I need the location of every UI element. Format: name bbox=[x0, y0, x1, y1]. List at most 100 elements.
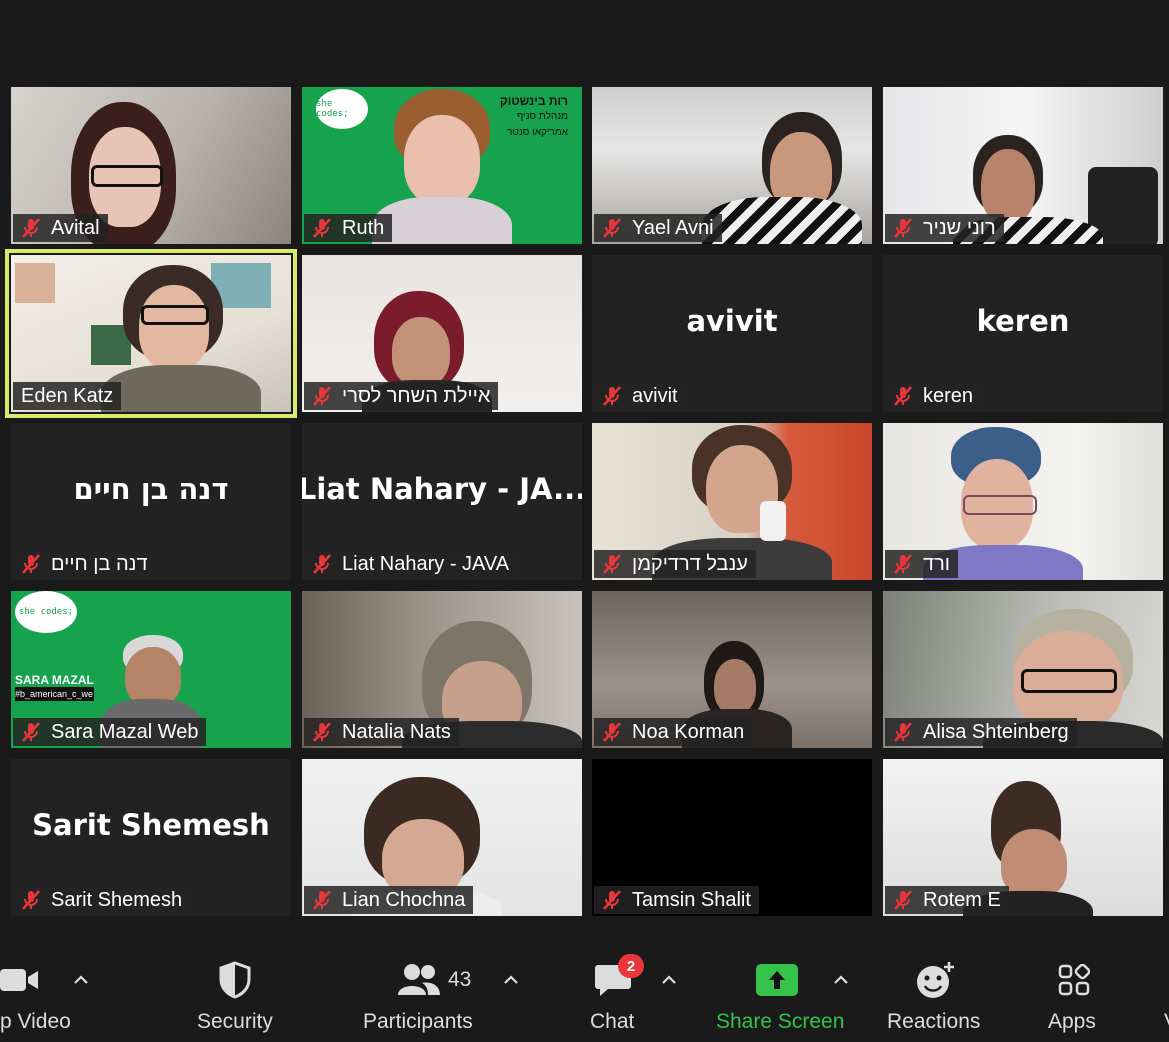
muted-mic-icon bbox=[313, 554, 331, 574]
participant-name: Sara Mazal Web bbox=[51, 720, 199, 743]
participant-name: Lian Chochna bbox=[342, 888, 466, 911]
participant-name: Avital bbox=[51, 216, 100, 239]
video-tile-ayelet-hashahar-lasri[interactable]: איילת השחר לסרי bbox=[302, 255, 582, 412]
participant-name-label: Tamsin Shalit bbox=[594, 886, 759, 914]
participant-name-label: ענבל דרדיקמן bbox=[594, 550, 756, 578]
participant-name-label: Yael Avni bbox=[594, 214, 722, 242]
participant-name: Natalia Nats bbox=[342, 720, 451, 743]
video-tile-inbal-dardikman[interactable]: ענבל דרדיקמן bbox=[592, 423, 872, 580]
participants-count: 43 bbox=[448, 968, 472, 991]
muted-mic-icon bbox=[894, 218, 912, 238]
video-button[interactable]: p Video bbox=[0, 940, 100, 1042]
participants-icon bbox=[396, 960, 442, 1000]
video-camera-icon bbox=[0, 960, 40, 1000]
participant-name-label: Avital bbox=[13, 214, 108, 242]
muted-mic-icon bbox=[603, 890, 621, 910]
participant-name: keren bbox=[923, 384, 974, 407]
muted-mic-icon bbox=[894, 890, 912, 910]
participant-name: רוני שניר bbox=[923, 216, 996, 239]
participant-name: Rotem E bbox=[923, 888, 1001, 911]
video-tile-vered[interactable]: ורד bbox=[883, 423, 1163, 580]
more-label: V bbox=[1164, 1010, 1169, 1034]
participant-name: Eden Katz bbox=[21, 384, 114, 407]
caret-up-icon[interactable] bbox=[71, 970, 91, 990]
participant-name-label: keren bbox=[885, 382, 982, 410]
participant-name-label: Alisa Shteinberg bbox=[885, 718, 1077, 746]
name-banner: SARA MAZAL #b_american_c_we bbox=[15, 673, 94, 701]
video-tile-keren[interactable]: keren keren bbox=[883, 255, 1163, 412]
video-tile-avivit[interactable]: avivit avivit bbox=[592, 255, 872, 412]
apps-icon bbox=[1056, 960, 1092, 1000]
video-tile-roni-shnir[interactable]: רוני שניר bbox=[883, 87, 1163, 244]
participant-name: Noa Korman bbox=[632, 720, 745, 743]
caret-up-icon[interactable] bbox=[831, 970, 851, 990]
participant-name: ענבל דרדיקמן bbox=[632, 552, 748, 575]
video-tile-natalia-nats[interactable]: Natalia Nats bbox=[302, 591, 582, 748]
chat-unread-badge: 2 bbox=[618, 954, 644, 978]
video-tile-eden-katz-active-speaker[interactable]: Eden Katz bbox=[5, 249, 297, 418]
participant-name-label: Rotem E bbox=[885, 886, 1009, 914]
security-button[interactable]: Security bbox=[185, 940, 285, 1042]
participant-name-label: Liat Nahary - JAVA bbox=[304, 550, 518, 578]
muted-mic-icon bbox=[603, 554, 621, 574]
participant-name: Tamsin Shalit bbox=[632, 888, 751, 911]
muted-mic-icon bbox=[894, 386, 912, 406]
video-tile-sarit-shemesh[interactable]: Sarit Shemesh Sarit Shemesh bbox=[11, 759, 291, 916]
participant-name-label: ורד bbox=[885, 550, 958, 578]
meeting-toolbar: p Video Security 43 Participants 2 Chat … bbox=[0, 940, 1169, 1042]
muted-mic-icon bbox=[313, 722, 331, 742]
more-button[interactable]: V bbox=[1158, 940, 1169, 1042]
participant-name-label: Ruth bbox=[304, 214, 393, 242]
participant-name: Sarit Shemesh bbox=[51, 888, 183, 911]
video-tile-rotem-e[interactable]: Rotem E bbox=[883, 759, 1163, 916]
video-label: p Video bbox=[0, 1010, 71, 1033]
participant-name-label: Noa Korman bbox=[594, 718, 753, 746]
muted-mic-icon bbox=[894, 554, 912, 574]
video-tile-tamsin-shalit[interactable]: Tamsin Shalit bbox=[592, 759, 872, 916]
muted-mic-icon bbox=[603, 386, 621, 406]
participants-label: Participants bbox=[363, 1010, 473, 1033]
caret-up-icon[interactable] bbox=[659, 970, 679, 990]
participants-button[interactable]: 43 Participants bbox=[360, 940, 480, 1042]
muted-mic-icon bbox=[22, 722, 40, 742]
gallery-grid: Avital she codes; רות בינשטוק מנהלת סניף… bbox=[0, 0, 1169, 1042]
video-tile-lian-chochna[interactable]: Lian Chochna bbox=[302, 759, 582, 916]
video-tile-alisa-shteinberg[interactable]: Alisa Shteinberg bbox=[883, 591, 1163, 748]
participant-name-label: Sarit Shemesh bbox=[13, 886, 191, 914]
participant-name: ורד bbox=[923, 552, 950, 575]
muted-mic-icon bbox=[22, 890, 40, 910]
participant-name: Liat Nahary - JAVA bbox=[342, 552, 510, 575]
video-tile-noa-korman[interactable]: Noa Korman bbox=[592, 591, 872, 748]
video-tile-yael-avni[interactable]: Yael Avni bbox=[592, 87, 872, 244]
caret-up-icon[interactable] bbox=[501, 970, 521, 990]
participant-name: Ruth bbox=[342, 216, 385, 239]
muted-mic-icon bbox=[313, 890, 331, 910]
video-tile-liat-nahary[interactable]: Liat Nahary - JA... Liat Nahary - JAVA bbox=[302, 423, 582, 580]
video-tile-sara-mazal[interactable]: she codes; SARA MAZAL #b_american_c_we S… bbox=[11, 591, 291, 748]
participant-name: Yael Avni bbox=[632, 216, 714, 239]
muted-mic-icon bbox=[603, 722, 621, 742]
participant-name-label: Natalia Nats bbox=[304, 718, 459, 746]
apps-button[interactable]: Apps bbox=[1040, 940, 1110, 1042]
video-tile-avital[interactable]: Avital bbox=[11, 87, 291, 244]
participant-name-label: avivit bbox=[594, 382, 686, 410]
chat-button[interactable]: 2 Chat bbox=[575, 940, 655, 1042]
name-banner: רות בינשטוק מנהלת סניף אמריקאו סנטר bbox=[499, 94, 568, 138]
camera-off-name: Liat Nahary - JA... bbox=[302, 471, 582, 506]
share-screen-button[interactable]: Share Screen bbox=[712, 940, 844, 1042]
participant-name-label: Sara Mazal Web bbox=[13, 718, 207, 746]
video-tile-dana-ben-haim[interactable]: דנה בן חיים דנה בן חיים bbox=[11, 423, 291, 580]
reactions-label: Reactions bbox=[887, 1010, 981, 1033]
muted-mic-icon bbox=[313, 218, 331, 238]
muted-mic-icon bbox=[603, 218, 621, 238]
participant-name-label: Lian Chochna bbox=[304, 886, 474, 914]
camera-off-name: Sarit Shemesh bbox=[32, 807, 270, 842]
camera-off-name: keren bbox=[976, 303, 1070, 338]
participant-name: איילת השחר לסרי bbox=[342, 384, 491, 407]
video-tile-ruth[interactable]: she codes; רות בינשטוק מנהלת סניף אמריקא… bbox=[302, 87, 582, 244]
chat-label: Chat bbox=[590, 1010, 635, 1033]
she-codes-logo: she codes; bbox=[316, 89, 368, 129]
participant-name: Alisa Shteinberg bbox=[923, 720, 1069, 743]
camera-off-name: avivit bbox=[686, 303, 778, 338]
reactions-button[interactable]: Reactions bbox=[880, 940, 990, 1042]
